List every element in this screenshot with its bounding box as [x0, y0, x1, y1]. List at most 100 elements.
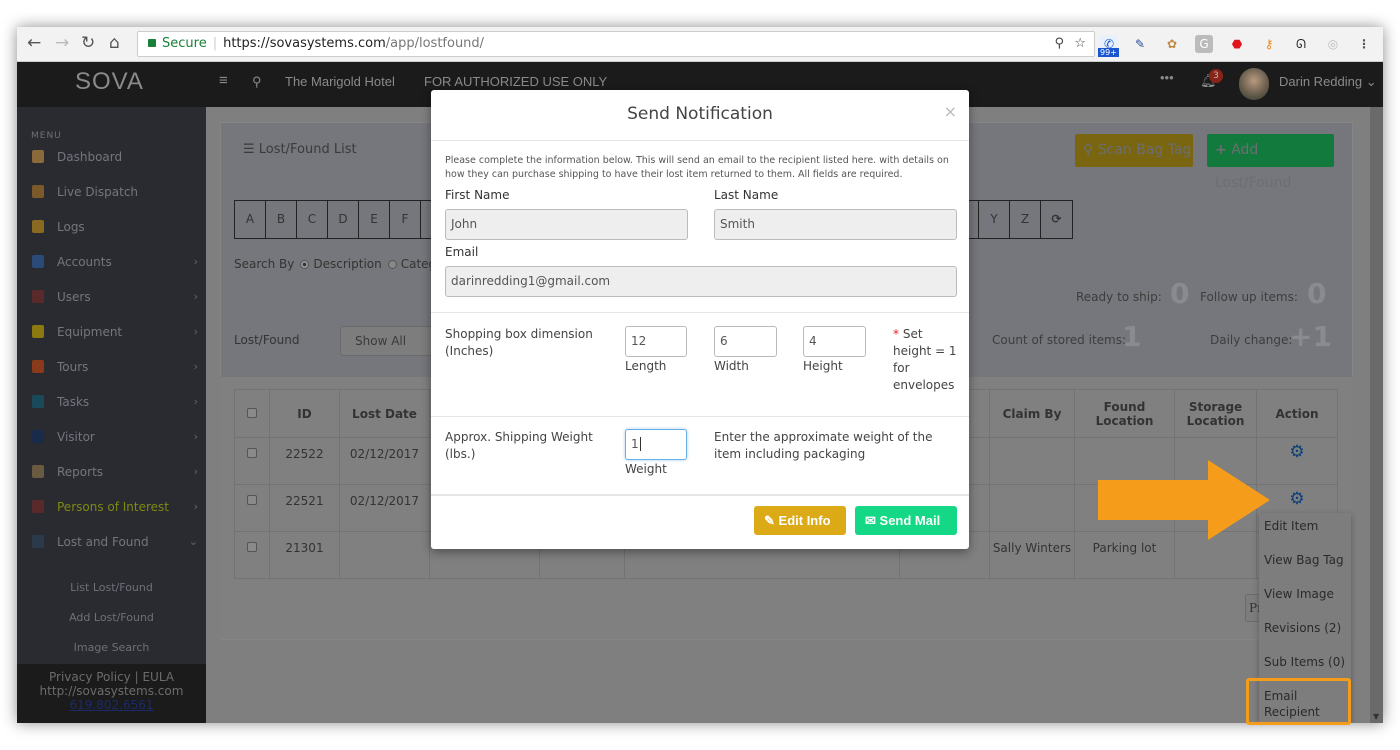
- url-path: /app/lostfound/: [385, 36, 485, 51]
- sidebar-subitem-image-search[interactable]: Image Search: [17, 641, 206, 654]
- key-icon[interactable]: ⚷: [1260, 35, 1278, 53]
- sidebar-item-persons-of-interest[interactable]: Persons of Interest ›: [17, 492, 206, 522]
- reload-icon[interactable]: ↻: [81, 33, 95, 53]
- menu-view-bag-tag[interactable]: View Bag Tag: [1264, 552, 1344, 568]
- send-mail-button[interactable]: ✉ Send Mail: [855, 506, 957, 535]
- hotel-name[interactable]: The Marigold Hotel: [285, 74, 395, 89]
- menu-sub-items[interactable]: Sub Items (0): [1264, 654, 1345, 670]
- eula-link[interactable]: EULA: [142, 670, 174, 684]
- sidebar-item-logs[interactable]: Logs: [17, 212, 206, 242]
- edit-info-button[interactable]: ✎ Edit Info: [754, 506, 846, 535]
- menu-view-image[interactable]: View Image: [1264, 586, 1334, 602]
- sidebar-item-dashboard[interactable]: Dashboard: [17, 142, 206, 172]
- letter-c[interactable]: C: [297, 201, 328, 238]
- weight-label: Weight: [625, 462, 667, 476]
- avatar[interactable]: [1239, 68, 1269, 100]
- length-input[interactable]: 12: [625, 326, 687, 357]
- letter-b[interactable]: B: [266, 201, 297, 238]
- weight-input[interactable]: 1: [625, 429, 687, 460]
- sidebar-item-tasks[interactable]: Tasks ›: [17, 387, 206, 417]
- zoom-icon[interactable]: ⚲: [1054, 32, 1064, 56]
- browser-toolbar: ← → ↻ ⌂ Secure | https://sovasystems.com/a…: [17, 27, 1383, 62]
- scan-bag-tag-button[interactable]: ⚲ Scan Bag Tag: [1075, 134, 1193, 167]
- phone-link[interactable]: 619.802.6561: [70, 698, 154, 712]
- bookmark-star-icon[interactable]: ☆: [1074, 32, 1086, 56]
- persons-of-interest-icon: [32, 500, 44, 513]
- site-link[interactable]: http://sovasystems.com: [40, 684, 184, 698]
- close-icon[interactable]: ×: [944, 102, 957, 121]
- email-input[interactable]: darinredding1@gmail.com: [445, 266, 957, 297]
- letter-y[interactable]: Y: [979, 201, 1010, 238]
- checkbox-cell: [234, 437, 270, 485]
- last-name-input[interactable]: Smith: [714, 209, 957, 240]
- header-claim-by[interactable]: Claim By: [989, 389, 1075, 438]
- browser-window: ← → ↻ ⌂ Secure | https://sovasystems.com/a…: [17, 27, 1383, 723]
- chevron-icon: ›: [193, 430, 198, 443]
- sidebar-item-users[interactable]: Users ›: [17, 282, 206, 312]
- chevron-icon: ›: [193, 500, 198, 513]
- more-icon[interactable]: •••: [1160, 70, 1174, 85]
- scrollbar[interactable]: ▼: [1370, 107, 1383, 723]
- cell-lost-date: 02/12/2017: [339, 437, 430, 485]
- forward-icon[interactable]: →: [55, 33, 69, 53]
- cell-claim-by: [989, 484, 1075, 532]
- row-checkbox[interactable]: [247, 495, 257, 505]
- dashboard-icon: [32, 150, 44, 163]
- letter-z[interactable]: Z: [1010, 201, 1041, 238]
- sidebar-item-label: Logs: [57, 220, 85, 234]
- letter-a[interactable]: A: [235, 201, 266, 238]
- sidebar-item-accounts[interactable]: Accounts ›: [17, 247, 206, 277]
- refresh-icon[interactable]: ⟳: [1041, 201, 1072, 238]
- header-found-location[interactable]: Found Location: [1074, 389, 1175, 438]
- sova-logo[interactable]: SOVA: [75, 68, 144, 96]
- header-lost-date[interactable]: Lost Date: [339, 389, 430, 438]
- letter-f[interactable]: F: [390, 201, 421, 238]
- sidebar-subitem-add[interactable]: Add Lost/Found: [17, 611, 206, 624]
- menu-dots-icon[interactable]: ⋮: [1355, 35, 1373, 53]
- add-lost-found-button[interactable]: + Add Lost/Found: [1207, 134, 1334, 191]
- hamburger-icon[interactable]: ≡: [219, 72, 228, 89]
- width-input[interactable]: 6: [714, 326, 777, 357]
- select-all-checkbox[interactable]: [247, 407, 257, 418]
- address-bar[interactable]: Secure | https://sovasystems.com/app/lostf…: [137, 31, 1095, 57]
- letter-d[interactable]: D: [328, 201, 359, 238]
- header-id[interactable]: ID: [269, 389, 340, 438]
- ready-to-ship-value: 0: [1170, 277, 1190, 310]
- sidebar-item-tours[interactable]: Tours ›: [17, 352, 206, 382]
- palette-icon[interactable]: ✿: [1163, 35, 1181, 53]
- eyedropper-icon[interactable]: ✎: [1131, 35, 1149, 53]
- sidebar-item-live-dispatch[interactable]: Live Dispatch: [17, 177, 206, 207]
- gear-icon[interactable]: ⚙: [1289, 489, 1304, 509]
- menu-edit-item[interactable]: Edit Item: [1264, 518, 1318, 534]
- letter-e[interactable]: E: [359, 201, 390, 238]
- header-storage-location[interactable]: Storage Location: [1174, 389, 1257, 438]
- menu-revisions[interactable]: Revisions (2): [1264, 620, 1341, 636]
- required-star: *: [893, 327, 899, 341]
- sidebar-subitem-list[interactable]: List Lost/Found: [17, 581, 206, 594]
- flame-icon[interactable]: ᘏ: [1292, 35, 1310, 53]
- radio-description[interactable]: [300, 260, 310, 269]
- box-dimension-label: Shopping box dimension (Inches): [445, 327, 593, 358]
- sidebar-item-equipment[interactable]: Equipment ›: [17, 317, 206, 347]
- radio-category[interactable]: [387, 260, 397, 269]
- row-checkbox[interactable]: [247, 542, 257, 552]
- sidebar-item-label: Dashboard: [57, 150, 123, 164]
- search-icon[interactable]: ⚲: [252, 74, 262, 90]
- search-icon: ⚲: [1083, 142, 1094, 158]
- row-checkbox[interactable]: [247, 448, 257, 458]
- lost-found-select[interactable]: Show All: [340, 326, 440, 356]
- back-icon[interactable]: ←: [27, 33, 41, 53]
- height-input[interactable]: 4: [803, 326, 866, 357]
- sidebar-item-reports[interactable]: Reports ›: [17, 457, 206, 487]
- home-icon[interactable]: ⌂: [109, 33, 120, 53]
- privacy-link[interactable]: Privacy Policy: [49, 670, 131, 684]
- first-name-input[interactable]: John: [445, 209, 688, 240]
- camera-icon[interactable]: ◎: [1324, 35, 1342, 53]
- sidebar-item-visitor[interactable]: Visitor ›: [17, 422, 206, 452]
- grammarly-icon[interactable]: G: [1195, 35, 1213, 53]
- stop-icon[interactable]: ⬣: [1228, 35, 1246, 53]
- follow-up-label: Follow up items:: [1200, 290, 1298, 304]
- sidebar-item-lost-and-found[interactable]: Lost and Found ⌄: [17, 527, 206, 557]
- user-menu[interactable]: Darin Redding ⌄: [1279, 74, 1377, 90]
- gear-icon[interactable]: ⚙: [1289, 442, 1304, 462]
